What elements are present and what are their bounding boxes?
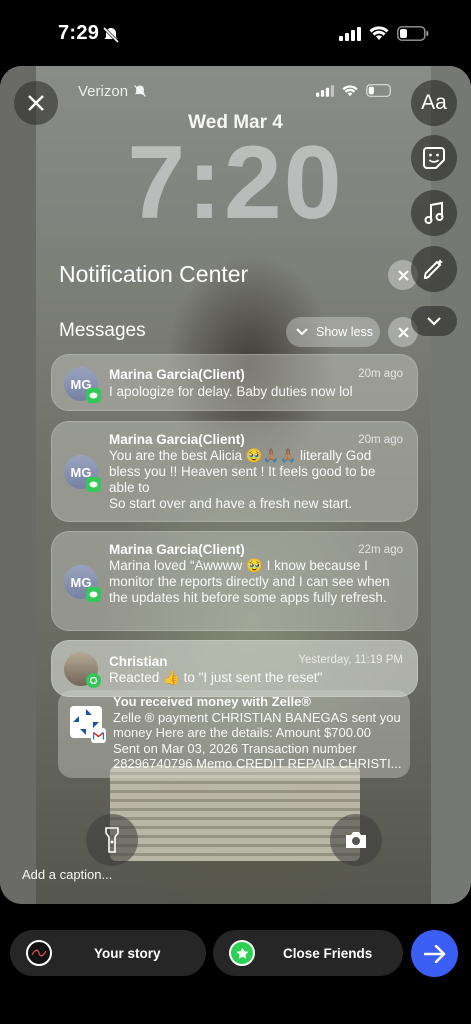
mail-notification-body: You received money with Zelle® Zelle ® p… (113, 694, 403, 772)
notification-card[interactable]: MG Marina Garcia(Client) 22m ago Marina … (51, 531, 418, 631)
photo-cash-stack (110, 766, 360, 861)
lockscreen-time: 7:20 (127, 125, 344, 241)
notification-body: You are the best Alicia 🥹🙏🏽🙏🏽 literally … (109, 448, 393, 512)
your-story-button[interactable]: Your story (10, 930, 206, 976)
notification-card[interactable]: Christian Yesterday, 11:19 PM Reacted 👍 … (51, 640, 418, 697)
notification-sender: Christian (109, 654, 168, 669)
show-less-label: Show less (316, 325, 373, 339)
flashlight-button[interactable] (86, 814, 138, 866)
draw-tool-button[interactable] (411, 246, 457, 292)
clock: 7:29 (58, 22, 100, 44)
mail-line: 28296740796 Memo CREDIT REPAIR CHRISTI..… (113, 756, 402, 771)
notification-body-line: I apologize for delay. Baby duties now l… (109, 384, 353, 399)
lockscreen-carrier: Verizon (78, 83, 129, 100)
music-icon (424, 201, 444, 224)
mail-line: money Here are the details: Amount $700.… (113, 725, 371, 740)
lockscreen-status-icons (316, 84, 394, 97)
chevron-down-icon (427, 316, 441, 326)
notification-sender: Marina Garcia(Client) (109, 542, 245, 557)
music-tool-button[interactable] (411, 190, 457, 236)
mail-line: Zelle ® payment CHRISTIAN BANEGAS sent y… (113, 709, 401, 725)
messages-app-icon (86, 477, 101, 492)
notification-card[interactable]: MG Marina Garcia(Client) 20m ago I apolo… (51, 354, 418, 411)
flashlight-icon (105, 827, 119, 853)
messages-app-icon (86, 388, 101, 403)
show-less-button[interactable]: Show less (286, 317, 380, 347)
mail-notification-card[interactable]: You received money with Zelle® Zelle ® p… (58, 690, 410, 778)
whatsapp-icon (86, 673, 101, 688)
send-button[interactable] (411, 930, 458, 977)
notification-body-line: So start over and have a fresh new start… (109, 496, 353, 511)
notification-sender: Marina Garcia(Client) (109, 432, 245, 447)
bell-muted-icon (102, 26, 120, 44)
notification-time: 20m ago (358, 368, 403, 380)
cellular-signal-icon (316, 84, 334, 97)
notification-body-line: bless you !! Heaven sent ! It feels good… (109, 464, 376, 479)
wifi-icon (369, 26, 389, 40)
notification-card[interactable]: MG Marina Garcia(Client) 20m ago You are… (51, 421, 418, 522)
battery-icon (397, 26, 429, 41)
close-editor-button[interactable] (14, 81, 58, 125)
sticker-tool-button[interactable] (411, 135, 457, 181)
text-tool-label: Aa (421, 91, 447, 114)
caption-input[interactable]: Add a caption... (22, 867, 112, 882)
notification-body-line: the updates hit before some apps fully r… (109, 590, 387, 605)
notification-time: Yesterday, 11:19 PM (298, 654, 403, 666)
notification-body-line: Marina loved “Awwww 🥹 I know because I (109, 558, 368, 573)
star-icon (229, 940, 255, 966)
notification-body: I apologize for delay. Baby duties now l… (109, 384, 393, 400)
system-status-bar: 7:29 (0, 0, 471, 62)
close-friends-button[interactable]: Close Friends (213, 930, 403, 976)
arrow-right-icon (423, 944, 445, 963)
cellular-signal-icon (339, 26, 361, 41)
more-tools-button[interactable] (411, 306, 457, 336)
close-icon (397, 269, 409, 281)
gmail-icon (91, 728, 106, 743)
notification-time: 22m ago (358, 544, 403, 556)
chevron-down-icon (296, 328, 308, 336)
notification-body-line: able to (109, 480, 150, 495)
notification-sender: Marina Garcia(Client) (109, 367, 245, 382)
notification-body-line: Reacted 👍 to "I just sent the reset" (109, 670, 323, 685)
wifi-icon (342, 84, 358, 96)
system-indicators (339, 26, 429, 41)
sticker-icon (423, 147, 445, 169)
mail-line: Sent on Mar 03, 2026 Transaction number (113, 740, 357, 756)
close-icon (28, 95, 44, 111)
avatar (26, 940, 52, 966)
battery-icon (366, 84, 391, 97)
camera-button[interactable] (330, 814, 382, 866)
messages-app-icon (86, 587, 101, 602)
camera-icon (346, 832, 366, 848)
notification-center-title: Notification Center (59, 261, 249, 287)
notification-body: Reacted 👍 to "I just sent the reset" (109, 670, 393, 686)
draw-icon (423, 259, 443, 280)
notification-time: 20m ago (358, 434, 403, 446)
notification-body: Marina loved “Awwww 🥹 I know because I m… (109, 558, 393, 606)
your-story-label: Your story (94, 945, 161, 961)
notification-body-line: monitor the reports directly and I can s… (109, 574, 390, 589)
bell-muted-icon (134, 85, 146, 97)
share-bar: Your story Close Friends (0, 904, 471, 1024)
text-tool-button[interactable]: Aa (411, 80, 457, 126)
notification-body-line: You are the best Alicia 🥹🙏🏽🙏🏽 literally … (109, 448, 372, 463)
close-icon (397, 326, 409, 338)
messages-group-title: Messages (59, 320, 146, 341)
close-friends-label: Close Friends (283, 945, 373, 961)
